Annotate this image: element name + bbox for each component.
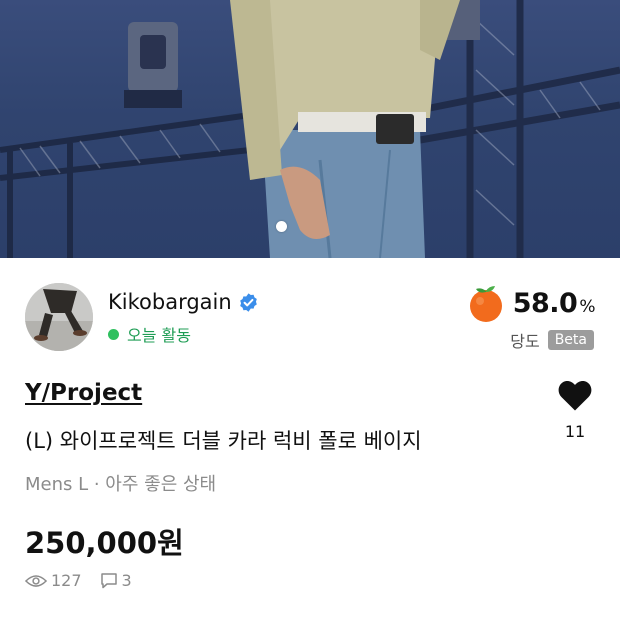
heart-icon [558,381,592,411]
sweetness-label-row: 당도 Beta [510,328,594,352]
sweetness-label: 당도 [510,332,540,351]
avatar-image [25,283,93,351]
seller-activity: 오늘 활동 [108,322,191,346]
like-count: 11 [564,422,586,441]
brand-link[interactable]: Y/Project [25,380,142,406]
eye-icon [25,574,47,587]
activity-label: 오늘 활동 [127,326,191,345]
like-button[interactable]: 11 [552,378,598,441]
seller-name-row[interactable]: Kikobargain [108,290,259,314]
sweetness-score[interactable]: 58.0% [465,282,595,324]
comment-count: 3 [121,571,132,590]
fruit-icon [469,286,502,322]
seller-avatar[interactable] [25,283,93,351]
seller-name[interactable]: Kikobargain [108,290,232,314]
product-price: 250,000원 [25,526,184,560]
product-photo-illustration [0,0,620,258]
view-count: 127 [51,571,82,590]
comment-icon [100,573,117,589]
carousel-indicator[interactable] [276,221,287,232]
beta-badge: Beta [547,330,594,350]
product-photo[interactable] [0,0,620,258]
active-status-dot [108,328,119,340]
verified-badge-icon [239,292,257,312]
product-title: (L) 와이프로젝트 더블 카라 럭비 폴로 베이지 [25,429,422,453]
product-meta: Mens L · 아주 좋은 상태 [25,474,217,495]
product-stats: 127 3 [25,571,132,590]
sweetness-value: 58.0% [512,287,596,319]
